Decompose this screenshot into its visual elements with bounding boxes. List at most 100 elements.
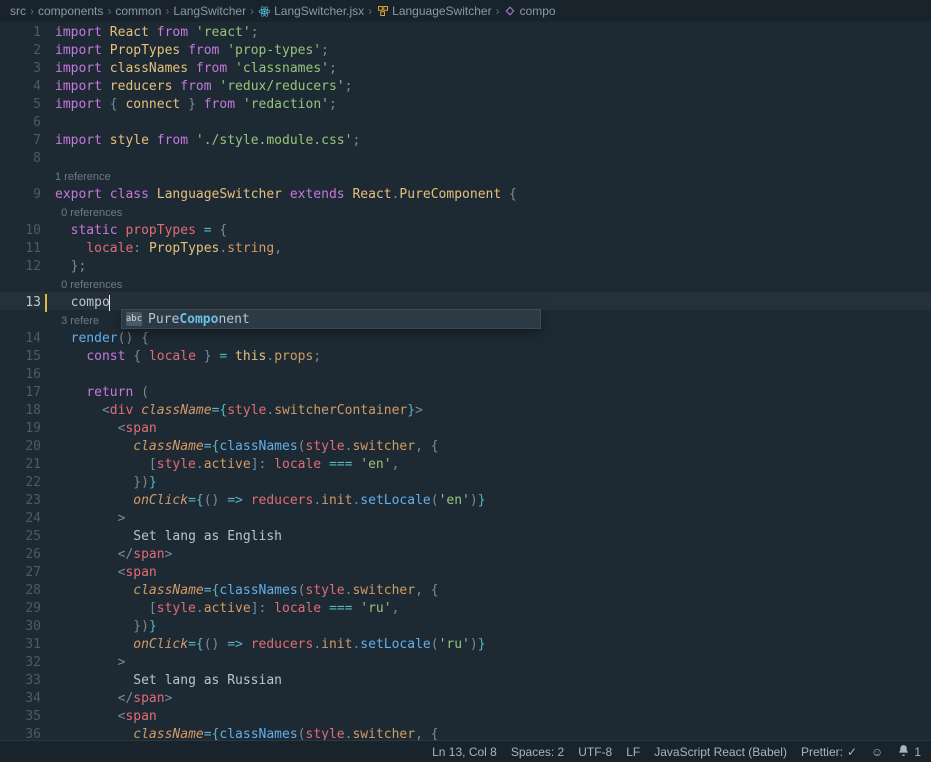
code-line[interactable]: </span> <box>55 690 931 708</box>
chevron-right-icon: › <box>368 4 372 18</box>
line-number: 16 <box>0 366 41 384</box>
code-line[interactable]: import reducers from 'redux/reducers'; <box>55 78 931 96</box>
code-line[interactable]: <span <box>55 420 931 438</box>
codelens-references[interactable]: 0 references <box>55 204 931 222</box>
code-line[interactable] <box>55 150 931 168</box>
line-number: 30 <box>0 618 41 636</box>
line-number: 1 <box>0 24 41 42</box>
code-line[interactable]: <span <box>55 564 931 582</box>
code-line[interactable]: </span> <box>55 546 931 564</box>
code-line[interactable]: onClick={() => reducers.init.setLocale('… <box>55 492 931 510</box>
line-number: 32 <box>0 654 41 672</box>
line-number-gutter: 12345678 9 101112 13 1415161718192021222… <box>0 22 55 740</box>
code-area[interactable]: import React from 'react';import PropTyp… <box>55 22 931 740</box>
code-line[interactable]: className={classNames(style.switcher, { <box>55 726 931 740</box>
line-number: 7 <box>0 132 41 150</box>
status-eol[interactable]: LF <box>626 745 640 759</box>
chevron-right-icon: › <box>250 4 254 18</box>
code-line[interactable]: [style.active]: locale === 'ru', <box>55 600 931 618</box>
chevron-right-icon: › <box>30 4 34 18</box>
line-number: 22 <box>0 474 41 492</box>
code-line[interactable]: import style from './style.module.css'; <box>55 132 931 150</box>
autocomplete-suggest[interactable]: abc PureComponent <box>121 309 541 329</box>
chevron-right-icon: › <box>107 4 111 18</box>
line-number: 9 <box>0 186 41 204</box>
suggest-item-label: PureComponent <box>148 312 250 327</box>
line-number: 31 <box>0 636 41 654</box>
code-line[interactable]: > <box>55 510 931 528</box>
code-line[interactable]: }; <box>55 258 931 276</box>
bell-icon <box>897 744 910 760</box>
code-line[interactable]: })} <box>55 474 931 492</box>
breadcrumb-item[interactable]: LangSwitcher <box>173 4 246 18</box>
status-indentation[interactable]: Spaces: 2 <box>511 745 564 759</box>
code-line[interactable]: <span <box>55 708 931 726</box>
line-number: 11 <box>0 240 41 258</box>
codelens-references[interactable]: 1 reference <box>55 168 931 186</box>
code-line[interactable]: onClick={() => reducers.init.setLocale('… <box>55 636 931 654</box>
line-number: 5 <box>0 96 41 114</box>
line-number: 36 <box>0 726 41 740</box>
line-number: 28 <box>0 582 41 600</box>
line-number: 29 <box>0 600 41 618</box>
line-number: 18 <box>0 402 41 420</box>
line-number: 12 <box>0 258 41 276</box>
line-number: 34 <box>0 690 41 708</box>
code-line[interactable]: import classNames from 'classnames'; <box>55 60 931 78</box>
breadcrumb-item[interactable]: common <box>115 4 161 18</box>
code-line[interactable]: [style.active]: locale === 'en', <box>55 456 931 474</box>
code-line[interactable]: import { connect } from 'redaction'; <box>55 96 931 114</box>
code-line[interactable]: render() { <box>55 330 931 348</box>
line-number: 33 <box>0 672 41 690</box>
breadcrumb-item-file[interactable]: LangSwitcher.jsx <box>258 4 364 18</box>
code-line[interactable]: const { locale } = this.props; <box>55 348 931 366</box>
code-editor[interactable]: 12345678 9 101112 13 1415161718192021222… <box>0 22 931 740</box>
code-line[interactable]: import React from 'react'; <box>55 24 931 42</box>
code-line[interactable]: > <box>55 654 931 672</box>
code-line[interactable] <box>55 114 931 132</box>
breadcrumb-bar: src › components › common › LangSwitcher… <box>0 0 931 22</box>
line-number: 23 <box>0 492 41 510</box>
line-number: 8 <box>0 150 41 168</box>
code-line[interactable]: })} <box>55 618 931 636</box>
code-line[interactable]: className={classNames(style.switcher, { <box>55 582 931 600</box>
line-number: 35 <box>0 708 41 726</box>
status-cursor-position[interactable]: Ln 13, Col 8 <box>432 745 497 759</box>
breadcrumb-item[interactable]: src <box>10 4 26 18</box>
line-number: 25 <box>0 528 41 546</box>
status-prettier[interactable]: Prettier: <box>801 745 857 759</box>
line-number: 10 <box>0 222 41 240</box>
breadcrumb-item[interactable]: components <box>38 4 103 18</box>
code-line[interactable]: locale: PropTypes.string, <box>55 240 931 258</box>
react-file-icon <box>258 5 271 18</box>
text-cursor <box>109 295 110 311</box>
symbol-class-icon <box>376 5 389 18</box>
code-line[interactable]: import PropTypes from 'prop-types'; <box>55 42 931 60</box>
codelens-references[interactable]: 0 references <box>55 276 931 294</box>
code-line[interactable] <box>55 366 931 384</box>
line-number: 17 <box>0 384 41 402</box>
code-line[interactable]: Set lang as English <box>55 528 931 546</box>
code-line[interactable]: return ( <box>55 384 931 402</box>
status-notifications[interactable]: 1 <box>897 744 921 760</box>
code-line[interactable]: Set lang as Russian <box>55 672 931 690</box>
code-line[interactable]: <div className={style.switcherContainer}… <box>55 402 931 420</box>
symbol-method-icon <box>504 5 517 18</box>
breadcrumb-item-symbol[interactable]: compo <box>504 4 556 18</box>
line-number: 21 <box>0 456 41 474</box>
line-number: 3 <box>0 60 41 78</box>
suggest-kind-icon: abc <box>126 312 142 326</box>
line-number: 20 <box>0 438 41 456</box>
status-language-mode[interactable]: JavaScript React (Babel) <box>654 745 787 759</box>
line-number: 2 <box>0 42 41 60</box>
code-line[interactable]: static propTypes = { <box>55 222 931 240</box>
status-encoding[interactable]: UTF-8 <box>578 745 612 759</box>
status-feedback[interactable]: ☺ <box>871 745 883 759</box>
code-line[interactable]: export class LanguageSwitcher extends Re… <box>55 186 931 204</box>
line-number: 15 <box>0 348 41 366</box>
code-line[interactable]: className={classNames(style.switcher, { <box>55 438 931 456</box>
line-number: 19 <box>0 420 41 438</box>
breadcrumb-item-symbol[interactable]: LanguageSwitcher <box>376 4 491 18</box>
line-number: 24 <box>0 510 41 528</box>
chevron-right-icon: › <box>496 4 500 18</box>
